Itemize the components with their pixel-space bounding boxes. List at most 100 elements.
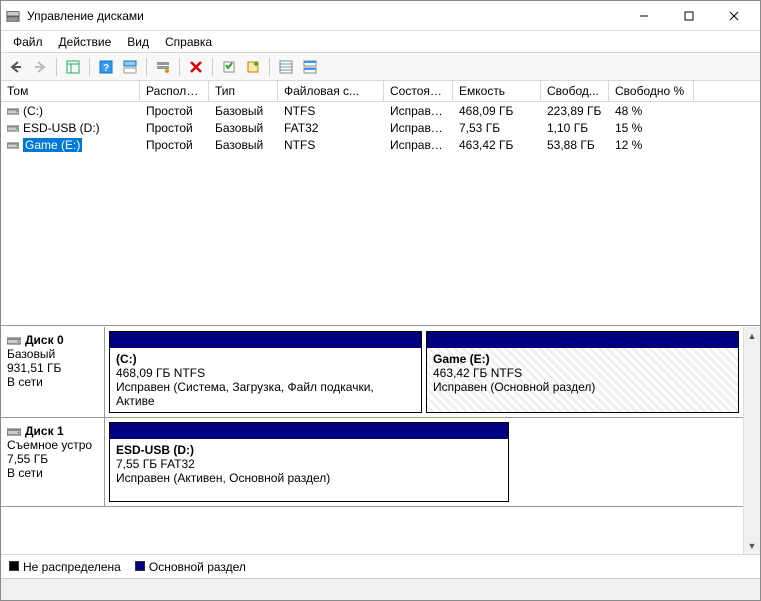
disk-management-window: Управление дисками Файл Действие Вид Спр… <box>0 0 761 601</box>
cell: Game (E:) <box>1 138 140 152</box>
disk-list: Диск 0Базовый931,51 ГБВ сети(C:)468,09 Г… <box>1 327 743 554</box>
show-actions-button[interactable] <box>152 56 174 78</box>
col-capacity[interactable]: Емкость <box>453 81 541 101</box>
drive-icon <box>7 106 19 116</box>
new-button[interactable] <box>242 56 264 78</box>
legend-primary: Основной раздел <box>135 560 246 574</box>
col-type[interactable]: Тип <box>209 81 278 101</box>
drive-icon <box>7 123 19 133</box>
legend-unallocated-label: Не распределена <box>23 560 121 574</box>
cell: 463,42 ГБ <box>453 138 541 152</box>
partition[interactable]: Game (E:)463,42 ГБ NTFSИсправен (Основно… <box>426 331 739 413</box>
table-header: Том Располо... Тип Файловая с... Состоян… <box>1 81 760 102</box>
disk-name: Диск 0 <box>7 333 98 347</box>
col-layout[interactable]: Располо... <box>140 81 209 101</box>
cell: Исправен... <box>384 121 453 135</box>
layout-graphic-button[interactable] <box>299 56 321 78</box>
back-button[interactable] <box>5 56 27 78</box>
minimize-button[interactable] <box>621 2 666 30</box>
menu-view[interactable]: Вид <box>119 33 157 51</box>
cell: (C:) <box>1 104 140 118</box>
cell: 12 % <box>609 138 694 152</box>
col-free[interactable]: Свобод... <box>541 81 609 101</box>
partition-status: Исправен (Активен, Основной раздел) <box>116 471 502 485</box>
disk-info[interactable]: Диск 1Съемное устро7,55 ГБВ сети <box>1 418 105 506</box>
menu-file[interactable]: Файл <box>5 33 51 51</box>
menu-help[interactable]: Справка <box>157 33 220 51</box>
disk-name: Диск 1 <box>7 424 98 438</box>
delete-button[interactable] <box>185 56 207 78</box>
cell: 15 % <box>609 121 694 135</box>
cell: Исправен... <box>384 104 453 118</box>
scroll-up-button[interactable]: ▲ <box>744 327 761 344</box>
close-button[interactable] <box>711 2 756 30</box>
table-body: (C:)ПростойБазовыйNTFSИсправен...468,09 … <box>1 102 760 325</box>
show-hide-tree-button[interactable] <box>62 56 84 78</box>
partition-status: Исправен (Основной раздел) <box>433 380 732 394</box>
partition[interactable]: ESD-USB (D:)7,55 ГБ FAT32Исправен (Актив… <box>109 422 509 502</box>
app-icon <box>5 8 21 24</box>
partition-info: 7,55 ГБ FAT32 <box>116 457 502 471</box>
cell: 53,88 ГБ <box>541 138 609 152</box>
partition-header <box>110 332 421 348</box>
menu-action[interactable]: Действие <box>51 33 120 51</box>
partition-info: 463,42 ГБ NTFS <box>433 366 732 380</box>
cell: Простой <box>140 121 209 135</box>
disk-graphic-area: Диск 0Базовый931,51 ГБВ сети(C:)468,09 Г… <box>1 326 760 578</box>
scroll-down-button[interactable]: ▼ <box>744 537 761 554</box>
help-button[interactable]: ? <box>95 56 117 78</box>
col-fs[interactable]: Файловая с... <box>278 81 384 101</box>
col-status[interactable]: Состояние <box>384 81 453 101</box>
cell: Базовый <box>209 121 278 135</box>
cell: Базовый <box>209 104 278 118</box>
partition-header <box>427 332 738 348</box>
cell: 468,09 ГБ <box>453 104 541 118</box>
layout-list-button[interactable] <box>275 56 297 78</box>
view-top-button[interactable] <box>119 56 141 78</box>
disk-size: 931,51 ГБ <box>7 361 98 375</box>
cell: NTFS <box>278 138 384 152</box>
cell: 7,53 ГБ <box>453 121 541 135</box>
partition-body: Game (E:)463,42 ГБ NTFSИсправен (Основно… <box>427 348 738 398</box>
cell: Простой <box>140 138 209 152</box>
cell: Простой <box>140 104 209 118</box>
disk-status: В сети <box>7 375 98 389</box>
disk-info[interactable]: Диск 0Базовый931,51 ГБВ сети <box>1 327 105 417</box>
forward-button[interactable] <box>29 56 51 78</box>
svg-text:?: ? <box>103 63 109 74</box>
cell: 223,89 ГБ <box>541 104 609 118</box>
cell: 48 % <box>609 104 694 118</box>
table-row[interactable]: Game (E:)ПростойБазовыйNTFSИсправен...46… <box>1 136 760 153</box>
titlebar: Управление дисками <box>1 1 760 31</box>
legend-unallocated: Не распределена <box>9 560 121 574</box>
table-row[interactable]: ESD-USB (D:)ПростойБазовыйFAT32Исправен.… <box>1 119 760 136</box>
maximize-button[interactable] <box>666 2 711 30</box>
cell: Исправен... <box>384 138 453 152</box>
properties-button[interactable] <box>218 56 240 78</box>
disk-row: Диск 1Съемное устро7,55 ГБВ сетиESD-USB … <box>1 418 743 507</box>
disk-size: 7,55 ГБ <box>7 452 98 466</box>
partition[interactable]: (C:)468,09 ГБ NTFSИсправен (Система, Заг… <box>109 331 422 413</box>
table-row[interactable]: (C:)ПростойБазовыйNTFSИсправен...468,09 … <box>1 102 760 119</box>
partition-name: Game (E:) <box>433 352 732 366</box>
partition-body: ESD-USB (D:)7,55 ГБ FAT32Исправен (Актив… <box>110 439 508 489</box>
partition-body: (C:)468,09 ГБ NTFSИсправен (Система, Заг… <box>110 348 421 412</box>
disk-type: Съемное устро <box>7 438 98 452</box>
drive-icon <box>7 140 19 150</box>
cell: Базовый <box>209 138 278 152</box>
disk-row: Диск 0Базовый931,51 ГБВ сети(C:)468,09 Г… <box>1 327 743 418</box>
disk-partitions: ESD-USB (D:)7,55 ГБ FAT32Исправен (Актив… <box>105 418 743 506</box>
toolbar: ? <box>1 53 760 81</box>
statusbar <box>1 578 760 600</box>
disk-status: В сети <box>7 466 98 480</box>
volume-list: Том Располо... Тип Файловая с... Состоян… <box>1 81 760 326</box>
disk-partitions: (C:)468,09 ГБ NTFSИсправен (Система, Заг… <box>105 327 743 417</box>
partition-info: 468,09 ГБ NTFS <box>116 366 415 380</box>
disk-type: Базовый <box>7 347 98 361</box>
legend-primary-label: Основной раздел <box>149 560 246 574</box>
col-freepct[interactable]: Свободно % <box>609 81 694 101</box>
cell: ESD-USB (D:) <box>1 121 140 135</box>
cell: FAT32 <box>278 121 384 135</box>
vertical-scrollbar[interactable]: ▲ ▼ <box>743 327 760 554</box>
col-volume[interactable]: Том <box>1 81 140 101</box>
